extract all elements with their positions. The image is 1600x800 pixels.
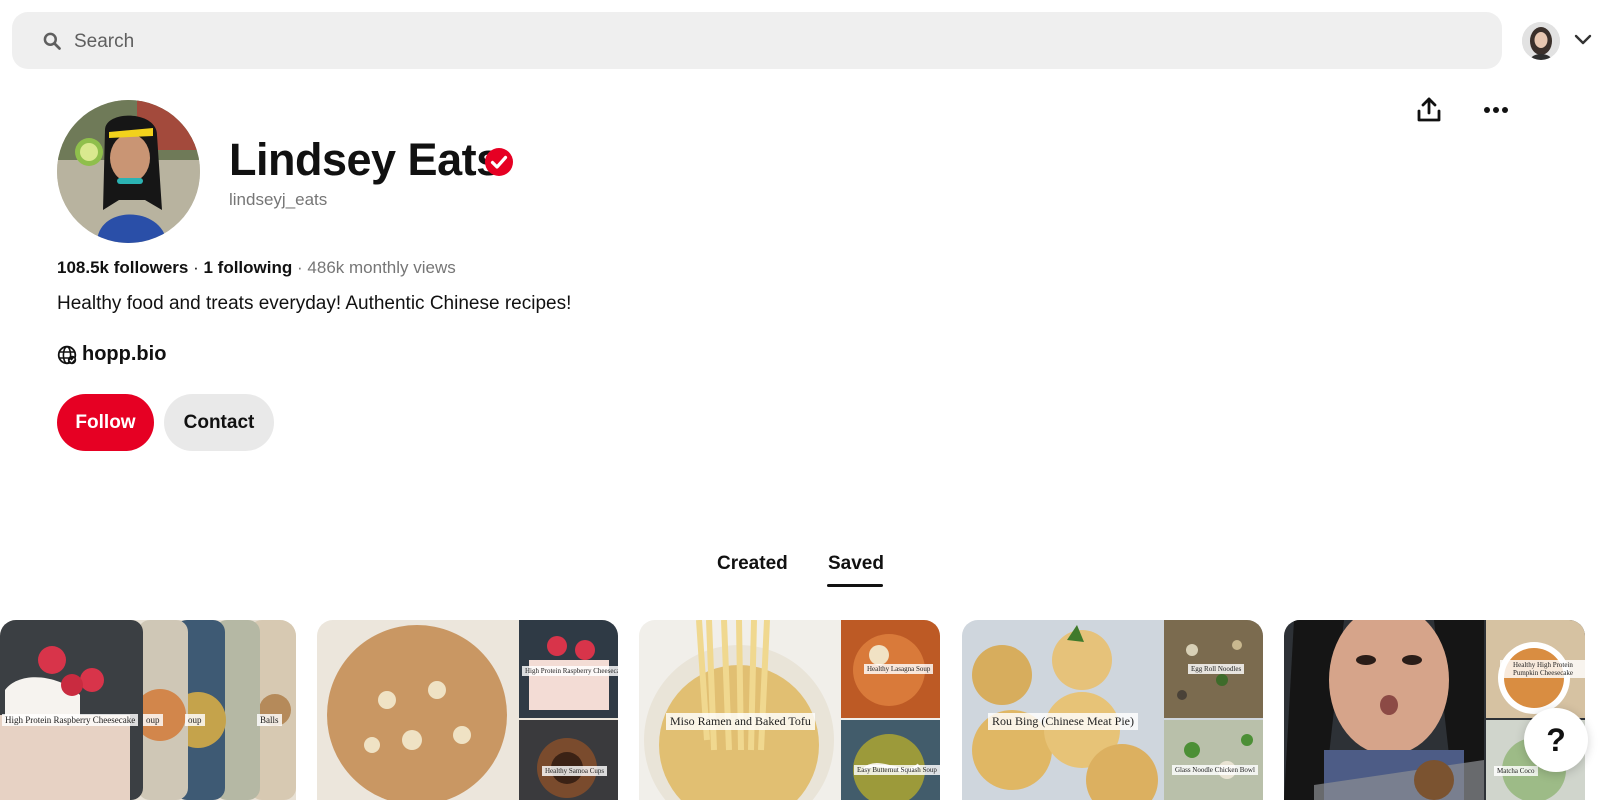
board-caption: Easy Butternut Squash Soup: [854, 765, 940, 775]
board-cover: [0, 620, 296, 800]
search-bar[interactable]: [12, 12, 1502, 71]
board-card[interactable]: Healthy High Protein Pumpkin Cheesecake …: [1284, 620, 1585, 800]
account-avatar-image: [1522, 22, 1560, 60]
board-caption: High Protein Raspberry Cheesecake: [2, 714, 139, 726]
board-caption: Glass Noodle Chicken Bowl: [1172, 765, 1258, 775]
board-caption: Rou Bing (Chinese Meat Pie): [988, 713, 1138, 730]
following-link[interactable]: 1 following: [203, 258, 292, 277]
board-card[interactable]: High Protein Raspberry Cheesecake oup ou…: [0, 620, 296, 800]
board-card[interactable]: Rou Bing (Chinese Meat Pie) Egg Roll Noo…: [962, 620, 1263, 800]
board-card[interactable]: Miso Ramen and Baked Tofu Healthy Lasagn…: [639, 620, 940, 800]
tab-created[interactable]: Created: [717, 553, 788, 575]
share-icon[interactable]: [1415, 96, 1443, 124]
board-cover: [1284, 620, 1585, 800]
search-icon: [43, 32, 61, 50]
globe-icon: [57, 345, 77, 364]
board-card[interactable]: High Protein Raspberry Cheesecake Health…: [317, 620, 618, 800]
board-caption: Matcha Coco: [1494, 766, 1538, 776]
profile-username: lindseyj_eats: [229, 190, 328, 209]
profile-name: Lindsey Eats: [229, 134, 501, 185]
more-icon[interactable]: [1482, 96, 1510, 124]
board-caption: Healthy Lasagna Soup: [864, 664, 934, 674]
board-caption: Healthy High Protein Pumpkin Cheesecake: [1500, 660, 1585, 678]
stats-separator: ·: [297, 258, 303, 277]
stats-separator: ·: [193, 258, 199, 277]
monthly-views: 486k monthly views: [307, 258, 456, 277]
help-icon: ?: [1546, 721, 1566, 758]
profile-avatar: [57, 100, 200, 243]
tab-saved[interactable]: Saved: [828, 553, 884, 575]
follow-button[interactable]: Follow: [57, 394, 154, 451]
account-avatar[interactable]: [1522, 22, 1560, 60]
board-caption: oup: [143, 714, 163, 726]
verified-badge-icon: [485, 148, 513, 176]
profile-stats: 108.5k followers · 1 following · 486k mo…: [57, 258, 456, 278]
board-caption: oup: [185, 714, 205, 726]
board-caption: Balls: [257, 714, 282, 726]
board-caption: High Protein Raspberry Cheesecake: [522, 666, 618, 676]
website-link[interactable]: hopp.bio: [57, 343, 166, 366]
active-tab-indicator: [827, 584, 883, 587]
profile-bio: Healthy food and treats everyday! Authen…: [57, 293, 572, 314]
contact-button[interactable]: Contact: [164, 394, 274, 451]
search-input[interactable]: [72, 12, 1456, 71]
chevron-down-icon[interactable]: [1574, 33, 1592, 47]
board-caption: Egg Roll Noodles: [1188, 664, 1245, 674]
help-button[interactable]: ?: [1524, 708, 1588, 772]
followers-link[interactable]: 108.5k followers: [57, 258, 188, 277]
profile-photo: [57, 100, 200, 243]
website-text: hopp.bio: [82, 343, 167, 365]
board-caption: Miso Ramen and Baked Tofu: [666, 713, 815, 730]
board-caption: Healthy Samoa Cups: [542, 766, 608, 776]
